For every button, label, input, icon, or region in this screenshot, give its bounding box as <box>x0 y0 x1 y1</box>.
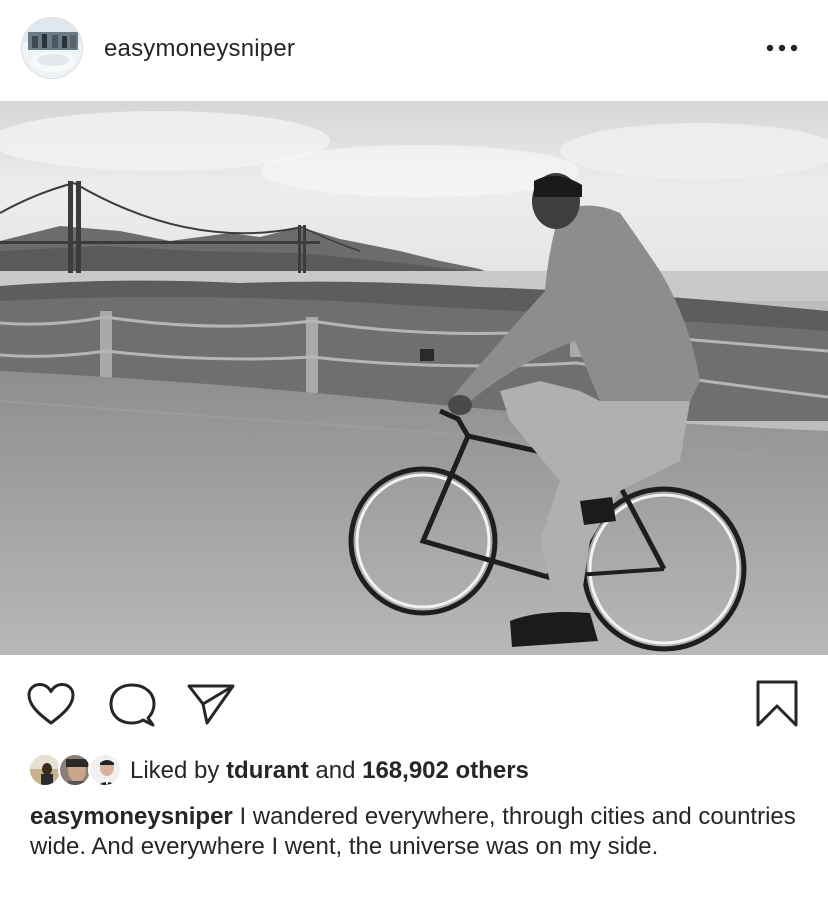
heart-outline-icon[interactable] <box>26 682 76 726</box>
likes-count[interactable]: 168,902 others <box>362 757 529 784</box>
liker-avatar <box>88 753 122 787</box>
post-photo[interactable] <box>0 101 828 655</box>
caption-username[interactable]: easymoneysniper <box>30 803 233 830</box>
liker-avatar <box>28 753 62 787</box>
likes-text: Liked by tdurant and 168,902 others <box>130 757 529 785</box>
post-caption: easymoneysniper I wandered everywhere, t… <box>30 802 810 862</box>
action-bar <box>0 655 828 750</box>
profile-avatar[interactable] <box>21 17 83 79</box>
liker-avatar <box>58 753 92 787</box>
likes-joiner: and <box>315 757 356 784</box>
bookmark-outline-icon[interactable] <box>755 680 799 728</box>
post-header: easymoneysniper <box>0 0 828 101</box>
likes-prefix: Liked by <box>130 757 220 784</box>
more-options-icon[interactable] <box>762 34 802 62</box>
post-username[interactable]: easymoneysniper <box>104 35 295 63</box>
likes-summary[interactable]: Liked by tdurant and 168,902 others <box>28 751 808 791</box>
liked-by-username[interactable]: tdurant <box>226 757 309 784</box>
send-paper-plane-icon[interactable] <box>186 682 236 726</box>
comment-bubble-icon[interactable] <box>108 682 156 728</box>
